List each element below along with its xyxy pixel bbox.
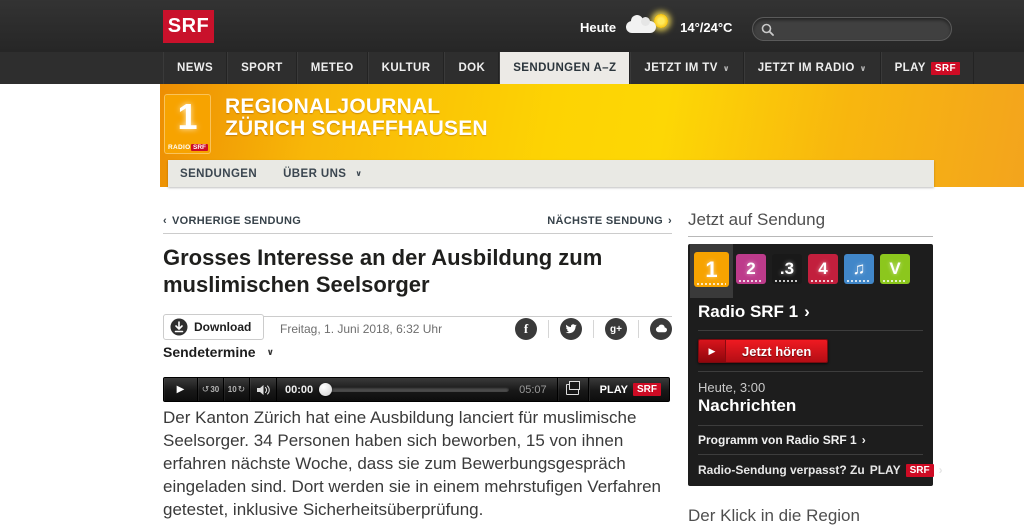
radio-srf-1-logo[interactable]: 1 RADIO SRF	[164, 94, 211, 154]
download-button[interactable]: Download	[163, 314, 264, 340]
logo-number: 1	[165, 95, 210, 139]
onair-heading: Jetzt auf Sendung	[688, 210, 933, 230]
station-tab-radio-srf-4-news[interactable]: 4	[805, 244, 841, 298]
popout-player-button[interactable]	[557, 378, 589, 401]
skip-forward-10-button[interactable]: 10	[224, 378, 250, 401]
googleplus-icon[interactable]: g+	[605, 318, 627, 340]
download-icon	[170, 318, 188, 336]
page-title: REGIONALJOURNAL ZÜRICH SCHAFFHAUSEN	[225, 96, 488, 140]
station-tab-radio-srf-virus[interactable]: V	[877, 244, 913, 298]
nav-item-sport[interactable]: SPORT	[227, 52, 297, 84]
station-tab-radio-srf-1[interactable]: 1	[690, 244, 733, 298]
partly-cloudy-icon	[626, 14, 670, 40]
divider	[548, 320, 549, 338]
nav-item-jetzt-im-radio[interactable]: JETZT IM RADIO∨	[744, 52, 881, 84]
prev-next-row: ‹ VORHERIGE SENDUNG NÄCHSTE SENDUNG ›	[163, 215, 672, 227]
srf-regionaljournal-page: SRF Heute 14°/24°C NEWS SPORT METEO KULT…	[0, 0, 1024, 525]
current-station-link[interactable]: Radio SRF 1 ›	[688, 298, 933, 330]
search-box	[752, 17, 952, 41]
show-subnav: SENDUNGEN ÜBER UNS∨	[168, 160, 934, 187]
temperature-label: 14°/24°C	[680, 20, 732, 35]
subnav-item-ueber-uns[interactable]: ÜBER UNS∨	[283, 168, 362, 180]
chevron-down-icon: ∨	[355, 169, 362, 178]
search-icon	[761, 23, 774, 36]
sidebar: Jetzt auf Sendung 1 2 .3 4 ♫	[688, 210, 933, 525]
twitter-icon[interactable]	[560, 318, 582, 340]
nav-item-dok[interactable]: DOK	[444, 52, 499, 84]
missed-show-link[interactable]: Radio-Sendung verpasst? Zu PLAY SRF ›	[688, 455, 933, 477]
top-header: SRF Heute 14°/24°C	[0, 0, 1024, 53]
chevron-down-icon: ∨	[267, 347, 274, 358]
duration: 05:07	[519, 384, 547, 396]
chevron-right-icon: ›	[939, 463, 943, 477]
srf-red-badge: SRF	[931, 62, 960, 75]
chevron-right-icon: ›	[862, 433, 866, 447]
station-tab-radio-srf-2-kultur[interactable]: 2	[733, 244, 769, 298]
audio-player: ▶ 30 10 00:00 05:07 PLAY	[163, 377, 670, 402]
article-title: Grosses Interesse an der Ausbildung zum …	[163, 244, 623, 298]
main-navigation: NEWS SPORT METEO KULTUR DOK SENDUNGEN A–…	[0, 52, 1024, 84]
station-tab-radio-srf-3[interactable]: .3	[769, 244, 805, 298]
subnav-item-sendungen[interactable]: SENDUNGEN	[180, 168, 257, 180]
station-tabs: 1 2 .3 4 ♫ V	[688, 244, 933, 298]
social-share-bar: f g+	[515, 318, 672, 340]
nav-item-jetzt-im-tv[interactable]: JETZT IM TV∨	[630, 52, 743, 84]
share-icon[interactable]	[650, 318, 672, 340]
chevron-down-icon: ∨	[860, 64, 867, 73]
publish-date: Freitag, 1. Juni 2018, 6:32 Uhr	[280, 322, 442, 336]
chevron-down-icon: ∨	[723, 64, 730, 73]
now-on-air-box: 1 2 .3 4 ♫ V Radio SRF 1	[688, 244, 933, 486]
rotate-cw-icon	[238, 384, 246, 395]
nav-item-kultur[interactable]: KULTUR	[368, 52, 445, 84]
divider	[593, 320, 594, 338]
search-input[interactable]	[780, 21, 943, 37]
play-srf-link[interactable]: PLAY SRF	[589, 378, 669, 401]
divider	[638, 320, 639, 338]
nav-item-sendungen-az[interactable]: SENDUNGEN A–Z	[499, 52, 630, 84]
previous-show-link[interactable]: ‹ VORHERIGE SENDUNG	[163, 215, 301, 227]
srf-red-badge: SRF	[906, 464, 934, 477]
speaker-icon	[256, 384, 270, 396]
program-link[interactable]: Programm von Radio SRF 1 ›	[688, 426, 933, 454]
region-heading: Der Klick in die Region	[688, 506, 933, 525]
station-banner: 1 RADIO SRF REGIONALJOURNAL ZÜRICH SCHAF…	[160, 84, 1024, 187]
station-tab-radio-srf-musikwelle[interactable]: ♫	[841, 244, 877, 298]
nav-item-play-srf[interactable]: PLAYSRF	[881, 52, 974, 84]
nav-item-meteo[interactable]: METEO	[297, 52, 368, 84]
now-playing-time: Heute, 3:00	[688, 372, 933, 396]
divider	[163, 233, 672, 234]
srf-logo[interactable]: SRF	[163, 10, 214, 43]
rotate-ccw-icon	[202, 384, 210, 395]
current-time: 00:00	[285, 384, 313, 396]
divider	[698, 330, 923, 331]
sendetermine-dropdown[interactable]: Sendetermine ∨	[163, 344, 274, 360]
nav-item-news[interactable]: NEWS	[163, 52, 227, 84]
popout-icon	[566, 384, 579, 395]
seek-bar[interactable]	[321, 387, 509, 392]
logo-srf-badge: SRF	[191, 144, 208, 151]
nav-left-group: NEWS SPORT METEO KULTUR DOK	[163, 52, 499, 84]
chevron-right-icon: ›	[804, 302, 810, 322]
now-playing-show: Nachrichten	[688, 396, 933, 425]
next-show-link[interactable]: NÄCHSTE SENDUNG ›	[547, 215, 672, 227]
play-button[interactable]: ▶	[164, 378, 198, 401]
volume-button[interactable]	[250, 378, 277, 401]
chevron-right-icon: ›	[668, 215, 672, 227]
nav-right-group: SENDUNGEN A–Z JETZT IM TV∨ JETZT IM RADI…	[499, 52, 974, 84]
chevron-left-icon: ‹	[163, 215, 167, 227]
seek-knob[interactable]	[319, 383, 332, 396]
article-column: ‹ VORHERIGE SENDUNG NÄCHSTE SENDUNG › Gr…	[163, 210, 672, 525]
logo-radio-label: RADIO	[168, 144, 190, 151]
play-icon: ▶	[699, 340, 726, 362]
skip-back-30-button[interactable]: 30	[198, 378, 224, 401]
weather-widget[interactable]: Heute 14°/24°C	[580, 14, 732, 40]
srf-red-badge: SRF	[633, 383, 661, 396]
divider	[688, 236, 933, 237]
article-body: Der Kanton Zürich hat eine Ausbildung la…	[163, 406, 665, 521]
weather-day-label: Heute	[580, 20, 616, 35]
facebook-icon[interactable]: f	[515, 318, 537, 340]
listen-now-button[interactable]: ▶ Jetzt hören	[698, 339, 828, 363]
